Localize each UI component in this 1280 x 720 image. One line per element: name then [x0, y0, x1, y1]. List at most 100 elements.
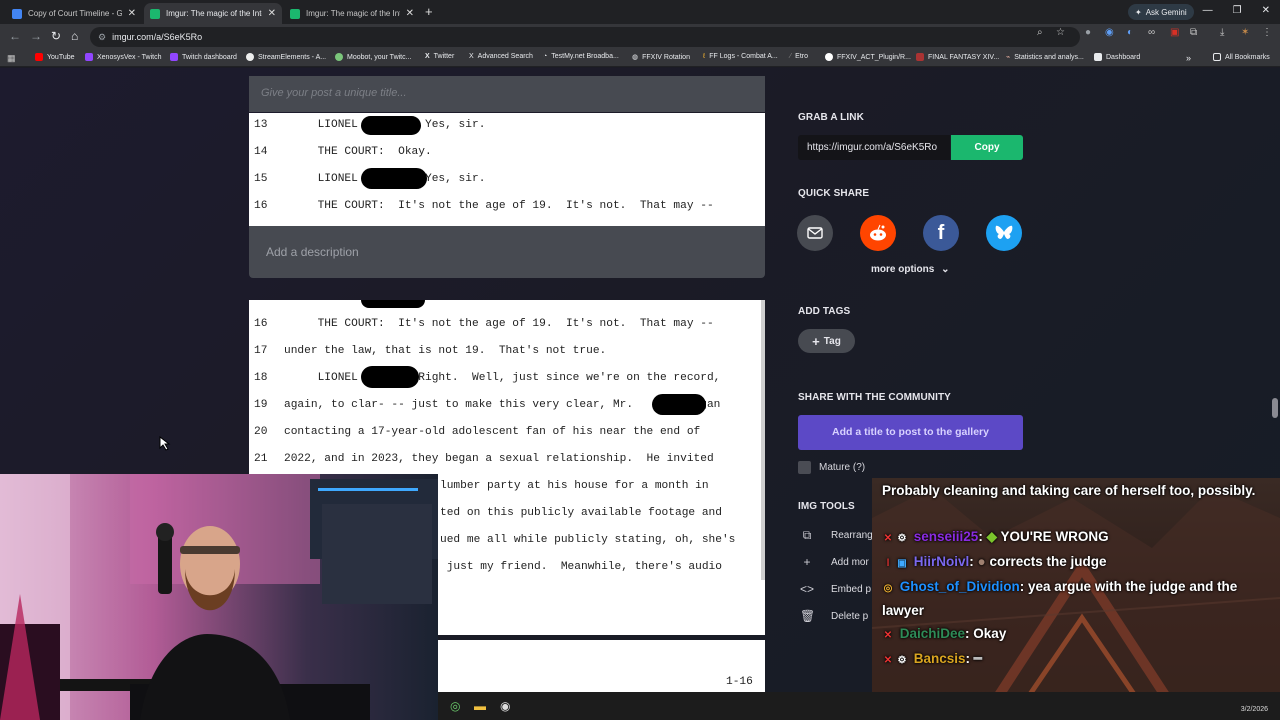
reddit-icon — [870, 224, 886, 241]
site-info-icon[interactable]: ⚙ — [98, 32, 106, 43]
close-tab-icon[interactable]: ✕ — [406, 8, 414, 19]
taskbar: ◎ ▬ ◉ 3/2/2026 — [438, 692, 1280, 720]
bookmark-label: FF Logs - Combat A... — [709, 53, 778, 60]
bookmark-label: YouTube — [47, 53, 75, 61]
extension-icon[interactable]: ∞ — [1148, 27, 1155, 38]
share-link-field[interactable]: https://imgur.com/a/S6eK5Ro — [798, 135, 950, 160]
close-tab-icon[interactable]: ✕ — [268, 8, 276, 19]
bookmark-final-fantasy[interactable]: FINAL FANTASY XIV... — [916, 53, 999, 61]
browser-toolbar: ← → ↻ ⌂ ⚙ imgur.com/a/S6eK5Ro ⌕ ☆ ● ◉ ◐ … — [0, 24, 1280, 50]
post-image-1[interactable]: 13 LIONEL Yes, sir. 14 THE COURT: Okay. … — [249, 113, 765, 226]
all-bookmarks-button[interactable]: All Bookmarks — [1213, 53, 1270, 61]
line-text: contacting a 17-year-old adolescent fan … — [284, 426, 701, 438]
redaction-mark — [361, 300, 425, 308]
close-window-icon[interactable]: ✕ — [1262, 5, 1270, 16]
bluesky-share-button[interactable] — [986, 215, 1022, 251]
extension-icon[interactable]: ◉ — [1105, 27, 1114, 38]
bookmark-moobot[interactable]: Moobot, your Twitc... — [335, 53, 411, 61]
description-input[interactable]: Add a description — [249, 226, 765, 278]
badge-icon: ▣ — [897, 558, 907, 569]
webcam-overlay — [0, 474, 438, 720]
twitch-icon — [85, 53, 93, 61]
bookmarks-overflow-icon[interactable]: » — [1186, 53, 1191, 63]
app-icon[interactable]: ◎ — [450, 699, 460, 713]
bookmark-act-plugin[interactable]: FFXIV_ACT_Plugin/R... — [825, 53, 911, 61]
line-text: ted on this publicly available footage a… — [440, 507, 722, 519]
chat-message-text: Okay — [973, 626, 1007, 641]
bookmark-statistics[interactable]: ⌁ Statistics and analys... — [1006, 53, 1084, 62]
obs-icon[interactable]: ◉ — [500, 699, 510, 713]
bookmark-streamelements[interactable]: StreamElements - A... — [246, 53, 326, 61]
more-options-button[interactable]: more options ⌄ — [871, 264, 950, 275]
new-tab-button[interactable]: + — [425, 4, 433, 19]
butterfly-icon — [995, 225, 1013, 239]
minimize-icon[interactable]: — — [1203, 5, 1213, 16]
profile-avatar-icon[interactable]: ✶ — [1241, 27, 1249, 38]
line-number: 13 — [254, 119, 268, 131]
embed-tool[interactable]: <> Embed p — [800, 582, 871, 596]
moobot-icon — [335, 53, 343, 61]
bookmark-xenosysvex[interactable]: XenosysVex - Twitch — [85, 53, 161, 61]
mature-toggle[interactable]: Mature (?) — [798, 461, 865, 474]
zoom-icon[interactable]: ⌕ — [1037, 27, 1043, 38]
line-text: just my friend. Meanwhile, there's audio — [440, 561, 722, 573]
post-to-gallery-button[interactable]: Add a title to post to the gallery — [798, 415, 1023, 450]
tag-label: Tag — [823, 335, 841, 347]
plus-icon: + — [812, 333, 820, 349]
extensions-puzzle-icon[interactable]: ⧉ — [1190, 27, 1197, 38]
tab-imgur[interactable]: Imgur: The magic of the Interne ✕ — [284, 3, 420, 24]
mature-label: Mature (?) — [819, 462, 866, 473]
restore-icon[interactable]: ❐ — [1233, 5, 1242, 16]
post-title-input[interactable]: Give your post a unique title... — [249, 76, 765, 112]
bookmark-testmy[interactable]: ◔ TestMy.net Broadba... — [543, 53, 619, 60]
facebook-icon: f — [937, 221, 945, 244]
redaction-mark — [361, 366, 419, 388]
extension-icon[interactable]: ● — [1085, 27, 1091, 38]
trash-icon: 🗑 — [800, 609, 816, 623]
address-bar[interactable]: ⚙ imgur.com/a/S6eK5Ro — [90, 27, 1080, 47]
chat-username[interactable]: DaichiDee — [900, 626, 965, 641]
tab-imgur-active[interactable]: Imgur: The magic of the Interne ✕ — [144, 3, 282, 24]
bookmark-youtube[interactable]: YouTube — [35, 53, 75, 61]
chat-message: ✕ DaichiDee: Okay — [882, 623, 1274, 647]
apps-grid-icon[interactable]: ▦ — [7, 53, 16, 64]
bookmark-etro[interactable]: ⁄ Etro — [790, 53, 808, 60]
bookmark-ffxiv-rotation[interactable]: ◍ FFXIV Rotation — [632, 53, 690, 62]
bookmark-twitch-dashboard[interactable]: Twitch dashboard — [170, 53, 237, 61]
mature-checkbox[interactable] — [798, 461, 811, 474]
folder-icon[interactable]: ▬ — [474, 699, 486, 713]
chat-username[interactable]: Ghost_of_Dividion — [900, 579, 1020, 594]
chat-username[interactable]: senseiii25 — [914, 529, 979, 544]
facebook-share-button[interactable]: f — [923, 215, 959, 251]
page-scrollbar[interactable] — [1272, 398, 1278, 418]
bookmark-dashboard[interactable]: Dashboard — [1094, 53, 1140, 61]
image-scrollbar[interactable] — [761, 300, 765, 580]
extension-icon[interactable]: ◐ — [1127, 27, 1133, 38]
delete-tool[interactable]: 🗑 Delete p — [800, 609, 868, 623]
url-text: imgur.com/a/S6eK5Ro — [112, 32, 203, 42]
chat-username[interactable]: Bancsis — [914, 651, 966, 666]
bookmark-twitter[interactable]: X Twitter — [425, 53, 454, 60]
badge-icon: ✕ — [883, 655, 893, 666]
extension-icon[interactable]: ▣ — [1170, 27, 1179, 38]
rearrange-tool[interactable]: ⧉ Rearrang — [800, 528, 873, 543]
add-more-tool[interactable]: + Add mor — [800, 555, 868, 569]
menu-kebab-icon[interactable]: ⋮ — [1262, 27, 1272, 38]
reload-icon[interactable]: ↻ — [51, 29, 61, 43]
bookmark-fflogs[interactable]: ℓ FF Logs - Combat A... — [703, 53, 778, 60]
copy-link-button[interactable]: Copy — [951, 135, 1023, 160]
forward-icon[interactable]: → — [30, 29, 42, 43]
reddit-share-button[interactable] — [860, 215, 896, 251]
ask-gemini-button[interactable]: ✦ Ask Gemini — [1128, 4, 1194, 20]
close-tab-icon[interactable]: ✕ — [128, 8, 136, 19]
back-icon[interactable]: ← — [9, 29, 21, 43]
email-share-button[interactable] — [797, 215, 833, 251]
add-tag-button[interactable]: + Tag — [798, 329, 855, 353]
home-icon[interactable]: ⌂ — [71, 29, 78, 43]
chat-username[interactable]: HiirNoivl — [914, 554, 970, 569]
bookmark-star-icon[interactable]: ☆ — [1056, 27, 1065, 38]
download-icon[interactable]: ⤓ — [1220, 27, 1224, 38]
tab-court-timeline[interactable]: Copy of Court Timeline - Goog ✕ — [6, 3, 142, 24]
line-text: THE COURT: It's not the age of 19. It's … — [284, 200, 714, 212]
bookmark-advanced-search[interactable]: X Advanced Search — [469, 53, 533, 60]
